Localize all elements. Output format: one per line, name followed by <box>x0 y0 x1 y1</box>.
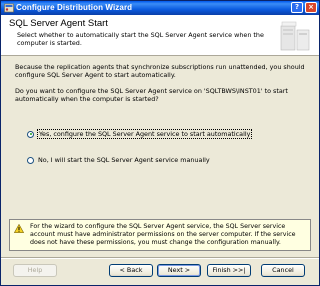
help-button[interactable]: Help <box>13 264 57 277</box>
page-subtitle: Select whether to automatically start th… <box>17 31 264 47</box>
title-close-button[interactable]: × <box>305 2 317 13</box>
next-button[interactable]: Next > <box>157 264 201 277</box>
wizard-window: Configure Distribution Wizard ? × SQL Se… <box>0 0 320 286</box>
warning-icon <box>14 224 24 233</box>
server-illustration-icon <box>280 21 310 51</box>
title-bar[interactable]: Configure Distribution Wizard ? × <box>1 1 319 15</box>
wizard-header: SQL Server Agent Start Select whether to… <box>1 15 319 56</box>
back-button[interactable]: < Back <box>109 264 153 277</box>
warning-text: For the wizard to configure the SQL Serv… <box>30 223 296 246</box>
radio-no[interactable] <box>27 156 34 164</box>
radio-option-no[interactable]: No, I will start the SQL Server Agent se… <box>27 155 210 165</box>
finish-button[interactable]: Finish >>| <box>207 264 251 277</box>
window-title: Configure Distribution Wizard <box>16 3 133 12</box>
intro-paragraph: Because the replication agents that sync… <box>15 63 305 79</box>
warning-box: For the wizard to configure the SQL Serv… <box>9 219 311 251</box>
wizard-app-icon <box>4 3 14 13</box>
title-help-button[interactable]: ? <box>291 2 303 13</box>
radio-no-label[interactable]: No, I will start the SQL Server Agent se… <box>38 156 210 164</box>
radio-yes-label[interactable]: Yes, configure the SQL Server Agent serv… <box>36 129 253 139</box>
radio-option-yes[interactable]: Yes, configure the SQL Server Agent serv… <box>27 129 253 139</box>
button-separator <box>1 257 319 259</box>
cancel-button[interactable]: Cancel <box>261 264 305 277</box>
question-text: Do you want to configure the SQL Server … <box>15 87 288 103</box>
radio-yes[interactable] <box>27 130 34 138</box>
page-title: SQL Server Agent Start <box>9 18 108 29</box>
